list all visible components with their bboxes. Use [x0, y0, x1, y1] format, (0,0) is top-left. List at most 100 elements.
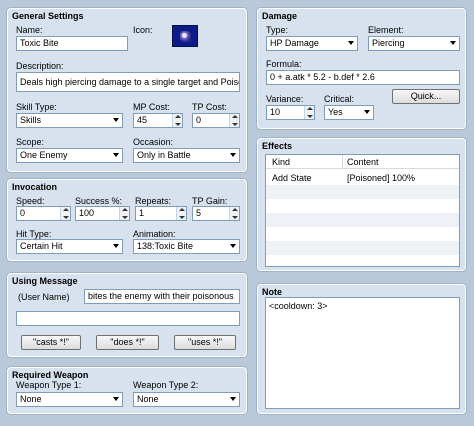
mp-cost-stepper[interactable]: 45 [133, 113, 183, 128]
note-panel: Note <cooldown: 3> [257, 284, 466, 414]
required-weapon-panel: Required Weapon Weapon Type 1: None Weap… [7, 367, 247, 414]
success-label: Success %: [75, 196, 123, 206]
variance-stepper[interactable]: 10 [266, 105, 315, 120]
occasion-value: Only in Battle [137, 150, 191, 160]
spin-down-icon [63, 216, 69, 219]
does-button[interactable]: "does *!" [96, 335, 159, 350]
quick-button[interactable]: Quick... [392, 89, 460, 104]
kind-column-header[interactable]: Kind [272, 157, 290, 167]
content-column-header[interactable]: Content [347, 157, 379, 167]
table-row-empty[interactable] [266, 241, 459, 255]
damage-title: Damage [262, 11, 298, 21]
scope-select[interactable]: One Enemy [16, 148, 123, 163]
weapon-type-1-label: Weapon Type 1: [16, 380, 82, 390]
effect-kind-cell: Add State [272, 173, 312, 183]
tp-cost-stepper[interactable]: 0 [192, 113, 240, 128]
repeats-stepper[interactable]: 1 [135, 206, 187, 221]
mp-cost-spin-buttons[interactable] [172, 114, 182, 127]
chevron-down-icon [450, 41, 456, 45]
tp-gain-value: 5 [196, 208, 202, 218]
effects-panel: Effects Kind Content Add State [Poisoned… [257, 138, 466, 271]
message-line-1-field[interactable]: bites the enemy with their poisonous [84, 289, 240, 304]
spin-down-icon [179, 216, 185, 219]
variance-spin-buttons[interactable] [304, 106, 314, 119]
tp-gain-stepper[interactable]: 5 [192, 206, 240, 221]
skill-type-select[interactable]: Skills [16, 113, 123, 128]
speed-stepper[interactable]: 0 [16, 206, 71, 221]
spin-down-icon [307, 115, 313, 118]
skill-icon [180, 31, 191, 42]
formula-field[interactable]: 0 + a.atk * 5.2 - b.def * 2.6 [266, 70, 460, 85]
skill-type-label: Skill Type: [16, 102, 57, 112]
critical-label: Critical: [324, 94, 355, 104]
mp-cost-label: MP Cost: [133, 102, 170, 112]
chevron-down-icon [348, 41, 354, 45]
name-field[interactable]: Toxic Bite [16, 36, 128, 51]
formula-label: Formula: [266, 59, 302, 69]
critical-select[interactable]: Yes [324, 105, 374, 120]
success-value: 100 [79, 208, 95, 218]
animation-value: 138:Toxic Bite [137, 241, 194, 251]
spin-down-icon [232, 216, 238, 219]
hit-type-value: Certain Hit [20, 241, 63, 251]
icon-label: Icon: [133, 25, 153, 35]
spin-down-icon [232, 123, 238, 126]
spin-down-icon [175, 123, 181, 126]
name-label: Name: [16, 25, 43, 35]
chevron-down-icon [230, 397, 236, 401]
skill-icon-button[interactable] [172, 25, 198, 47]
hit-type-select[interactable]: Certain Hit [16, 239, 123, 254]
tp-gain-spin-buttons[interactable] [229, 207, 239, 220]
chevron-down-icon [113, 153, 119, 157]
tp-cost-value: 0 [196, 115, 202, 125]
effects-title: Effects [262, 141, 293, 151]
effects-list[interactable]: Kind Content Add State [Poisoned] 100% [265, 154, 460, 267]
general-settings-panel: General Settings Name: Toxic Bite Icon: … [7, 8, 247, 172]
mp-cost-value: 45 [137, 115, 148, 125]
message-line-2-field[interactable] [16, 311, 240, 326]
speed-value: 0 [20, 208, 26, 218]
speed-spin-buttons[interactable] [60, 207, 70, 220]
damage-type-select[interactable]: HP Damage [266, 36, 358, 51]
element-value: Piercing [372, 38, 405, 48]
chevron-down-icon [113, 118, 119, 122]
element-select[interactable]: Piercing [368, 36, 460, 51]
element-label: Element: [368, 25, 404, 35]
table-row-empty[interactable] [266, 185, 459, 199]
required-weapon-title: Required Weapon [12, 370, 89, 380]
table-row-empty[interactable] [266, 213, 459, 227]
success-stepper[interactable]: 100 [75, 206, 130, 221]
damage-panel: Damage Type: HP Damage Element: Piercing… [257, 8, 466, 129]
weapon-type-1-select[interactable]: None [16, 392, 123, 407]
skill-type-value: Skills [20, 115, 42, 125]
occasion-select[interactable]: Only in Battle [133, 148, 240, 163]
note-textarea[interactable]: <cooldown: 3> [265, 297, 460, 409]
description-label: Description: [16, 61, 64, 71]
table-row-empty[interactable] [266, 227, 459, 241]
variance-label: Variance: [266, 94, 304, 104]
tp-cost-spin-buttons[interactable] [229, 114, 239, 127]
table-row[interactable]: Add State [Poisoned] 100% [266, 171, 459, 185]
variance-value: 10 [270, 107, 281, 117]
weapon-type-2-select[interactable]: None [133, 392, 240, 407]
scope-label: Scope: [16, 137, 45, 147]
spin-up-icon [179, 208, 185, 211]
user-name-placeholder: (User Name) [18, 292, 70, 302]
column-divider [342, 155, 343, 169]
animation-select[interactable]: 138:Toxic Bite [133, 239, 240, 254]
weapon-type-2-label: Weapon Type 2: [133, 380, 199, 390]
repeats-spin-buttons[interactable] [176, 207, 186, 220]
table-row-empty[interactable] [266, 199, 459, 213]
uses-button[interactable]: "uses *!" [174, 335, 236, 350]
tp-gain-label: TP Gain: [192, 196, 228, 206]
invocation-panel: Invocation Speed: 0 Success %: 100 Repea… [7, 179, 247, 261]
spin-up-icon [175, 115, 181, 118]
scope-value: One Enemy [20, 150, 68, 160]
damage-type-label: Type: [266, 25, 289, 35]
success-spin-buttons[interactable] [119, 207, 129, 220]
speed-label: Speed: [16, 196, 45, 206]
description-field[interactable]: Deals high piercing damage to a single t… [16, 72, 240, 92]
using-message-panel: Using Message (User Name) bites the enem… [7, 273, 247, 357]
effect-content-cell: [Poisoned] 100% [347, 173, 416, 183]
casts-button[interactable]: "casts *!" [21, 335, 81, 350]
